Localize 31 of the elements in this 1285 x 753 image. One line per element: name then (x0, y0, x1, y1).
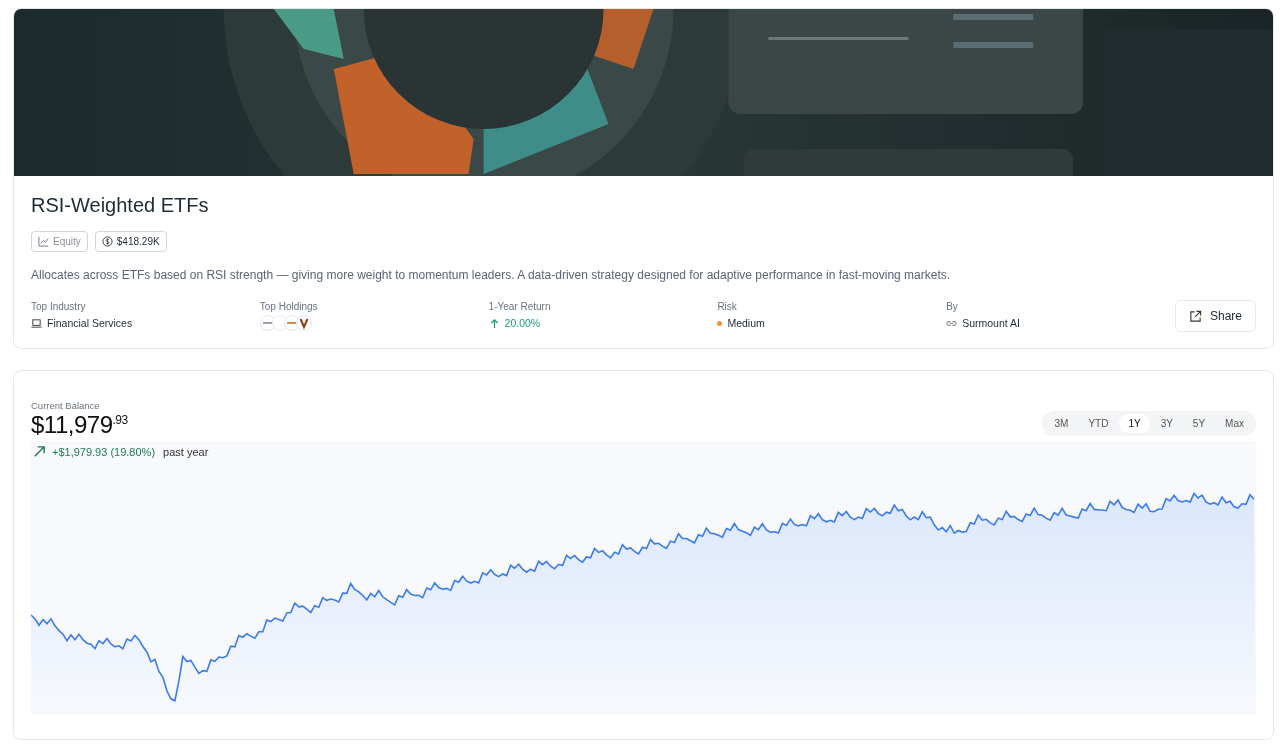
range-tab[interactable]: 3Y (1151, 414, 1182, 433)
stat-value: Medium (727, 317, 765, 329)
stat-label: Risk (717, 301, 738, 312)
strategy-description: Allocates across ETFs based on RSI strength — giving more weight to momentum leaders. A data-driven strategy designed for adaptive performance in fast-moving markets. (31, 268, 952, 282)
up-arrow-icon (488, 317, 500, 329)
stat-label: 1-Year Return (488, 301, 552, 312)
strategy-title: RSI-Weighted ETFs (31, 194, 210, 217)
stat-value: Financial Services (47, 317, 133, 329)
balance-amount: $11,979$^{.93}$ (31, 411, 128, 439)
fund-logo-icon (295, 315, 312, 331)
aum-tag: $418.29K (94, 231, 167, 252)
category-tag: Equity (31, 231, 88, 252)
line-chart-icon (38, 236, 49, 247)
share-button[interactable]: Share (1175, 300, 1256, 332)
stat-value: 20.00% (504, 317, 541, 329)
range-tab[interactable]: 5Y (1183, 414, 1215, 433)
laptop-icon (31, 317, 42, 329)
range-tab[interactable]: 3M (1045, 414, 1078, 433)
stat-value: Surmount AI (962, 317, 1020, 329)
stat-label: By (946, 301, 959, 312)
dollar-coin-icon (101, 236, 113, 247)
range-tab[interactable]: 1Y (1119, 414, 1150, 433)
stat-label: Top Holdings (259, 301, 319, 312)
change-period: past year (163, 445, 209, 458)
balance-change: +$1,979.93 (19.80%) (52, 445, 156, 458)
stat-label: Top Industry (31, 301, 87, 312)
trend-up-icon (33, 445, 46, 458)
external-link-icon (1189, 309, 1202, 323)
range-tab[interactable]: YTD (1079, 414, 1118, 433)
range-tab[interactable]: Max (1216, 414, 1253, 433)
balance-label: Current Balance (31, 400, 101, 411)
